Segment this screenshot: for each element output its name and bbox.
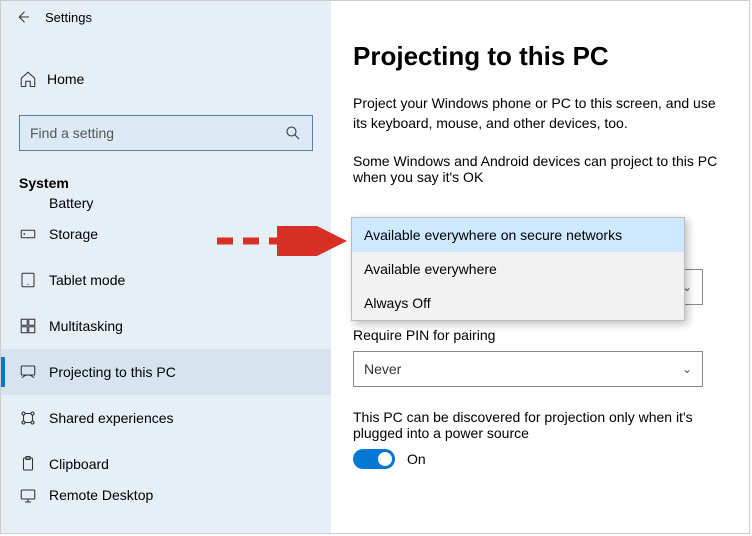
sidebar-item-remote-desktop[interactable]: Remote Desktop — [1, 487, 331, 507]
home-icon — [19, 70, 37, 88]
multitasking-icon — [19, 317, 49, 335]
chevron-down-icon: ⌄ — [682, 362, 692, 376]
sidebar-item-label: Shared experiences — [49, 410, 174, 426]
shared-exp-icon — [19, 409, 49, 427]
tablet-mode-icon — [19, 271, 49, 289]
dropdown-option[interactable]: Always Off — [352, 286, 684, 320]
back-arrow-icon — [14, 8, 32, 26]
home-label: Home — [47, 71, 84, 87]
power-note: This PC can be discovered for projection… — [353, 409, 727, 441]
clipboard-icon — [19, 455, 49, 473]
search-placeholder: Find a setting — [30, 125, 114, 141]
sidebar-group-system: System — [19, 175, 313, 191]
permission-label: Some Windows and Android devices can pro… — [353, 153, 727, 185]
sidebar-item-shared-exp[interactable]: Shared experiences — [1, 395, 331, 441]
sidebar-item-tablet-mode[interactable]: Tablet mode — [1, 257, 331, 303]
toggle-label: On — [407, 451, 426, 467]
dropdown-option[interactable]: Available everywhere — [352, 252, 684, 286]
sidebar-item-label: Multitasking — [49, 318, 123, 334]
sidebar-item-storage[interactable]: Storage — [1, 211, 331, 257]
search-icon — [284, 124, 302, 142]
page-title: Projecting to this PC — [353, 41, 727, 72]
sidebar-item-label: Remote Desktop — [49, 487, 153, 503]
back-button[interactable] — [1, 1, 45, 33]
sidebar-item-label: Storage — [49, 226, 98, 242]
pin-label: Require PIN for pairing — [353, 327, 727, 343]
window-title: Settings — [45, 10, 331, 25]
intro-text: Project your Windows phone or PC to this… — [353, 94, 727, 133]
sidebar-nav-list: Battery Storage Tablet mode Multitasking Pro… — [1, 191, 331, 533]
permission-dropdown-open: Available everywhere on secure networksA… — [351, 217, 685, 321]
sidebar-item-label: Battery — [49, 195, 93, 211]
sidebar-item-projecting[interactable]: Projecting to this PC — [1, 349, 331, 395]
sidebar-item-label: Clipboard — [49, 456, 109, 472]
dropdown-option[interactable]: Available everywhere on secure networks — [352, 218, 684, 252]
storage-icon — [19, 225, 49, 243]
sidebar-item-battery[interactable]: Battery — [1, 191, 331, 211]
sidebar-item-home[interactable]: Home — [19, 61, 313, 97]
remote-desktop-icon — [19, 487, 49, 505]
projecting-icon — [19, 363, 49, 381]
search-input[interactable]: Find a setting — [19, 115, 313, 151]
power-toggle[interactable] — [353, 449, 395, 469]
pin-combo-value: Never — [364, 361, 401, 377]
sidebar-item-multitasking[interactable]: Multitasking — [1, 303, 331, 349]
sidebar-item-label: Projecting to this PC — [49, 364, 176, 380]
pin-combo[interactable]: Never ⌄ — [353, 351, 703, 387]
settings-sidebar: Settings Home Find a setting System Batt… — [1, 1, 331, 533]
sidebar-item-label: Tablet mode — [49, 272, 125, 288]
sidebar-item-clipboard[interactable]: Clipboard — [1, 441, 331, 487]
